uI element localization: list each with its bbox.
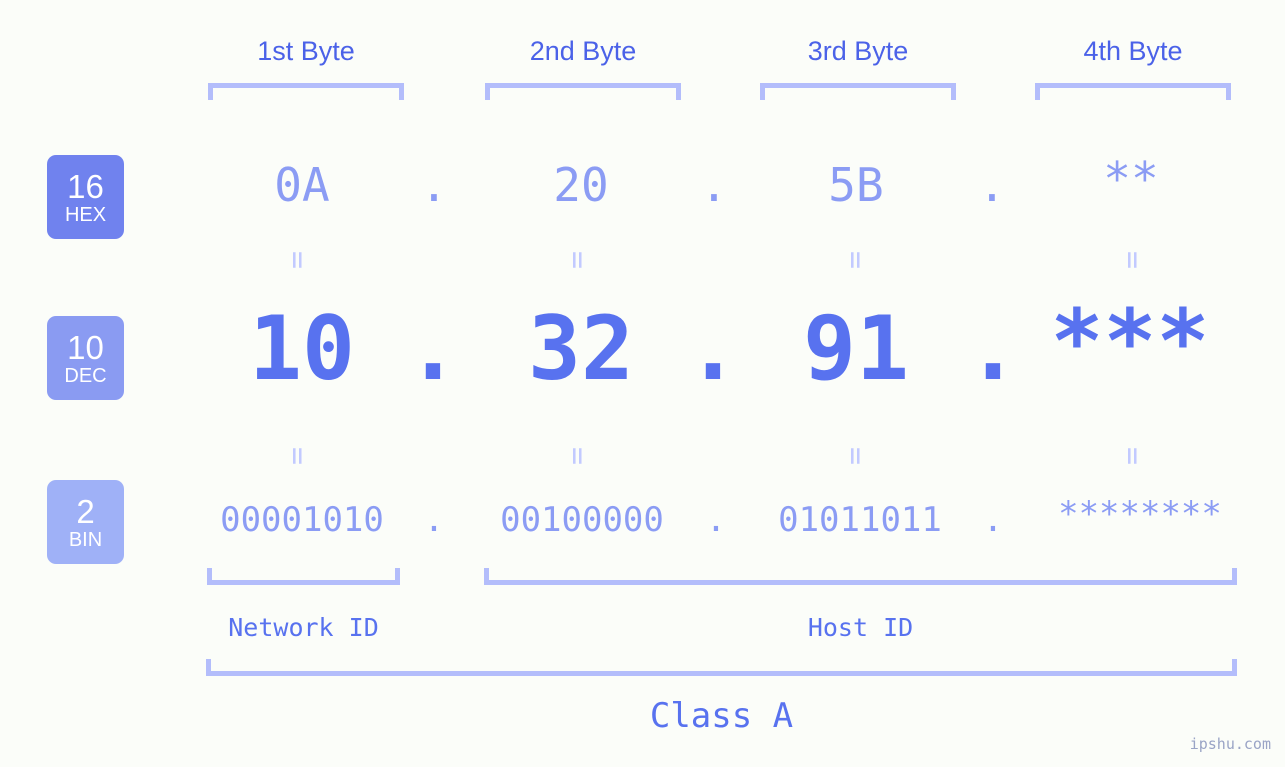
hex-separator-3: . [978,158,1006,212]
bin-byte-4: ******** [1058,494,1222,534]
base-badge-dec-name: DEC [64,364,107,387]
dec-separator-1: . [406,297,460,400]
base-badge-dec: 10 DEC [47,316,124,400]
byte-label-2: 2nd Byte [529,36,637,66]
class-bracket [206,659,1237,676]
host-id-bracket [484,568,1237,585]
hex-separator-2: . [700,158,728,212]
hex-byte-4: ** [1103,152,1159,206]
base-badge-bin-number: 2 [76,492,95,530]
equals-symbol-6: = [560,446,596,464]
dec-byte-1: 10 [249,297,355,400]
byte-bracket-1 [208,83,404,100]
base-badge-hex-number: 16 [67,167,104,205]
bin-byte-2: 00100000 [500,500,664,540]
class-label: Class A [649,696,794,736]
base-badge-hex-name: HEX [64,203,107,226]
base-badge-dec-number: 10 [67,328,104,366]
dec-byte-2: 32 [528,297,634,400]
site-watermark: ipshu.com [1189,735,1271,753]
bin-byte-3: 01011011 [778,500,942,540]
bin-separator-1: . [423,500,445,540]
equals-symbol-8: = [1115,446,1151,464]
byte-bracket-4 [1035,83,1231,100]
network-id-label: Network ID [228,613,379,642]
byte-label-3: 3rd Byte [807,36,909,66]
hex-byte-2: 20 [553,158,609,212]
byte-bracket-3 [760,83,956,100]
equals-symbol-3: = [838,250,874,268]
dec-separator-3: . [966,297,1020,400]
dec-separator-2: . [686,297,740,400]
bin-byte-1: 00001010 [220,500,384,540]
hex-byte-1: 0A [274,158,330,212]
base-badge-bin: 2 BIN [47,480,124,564]
dec-byte-4: *** [1050,290,1210,393]
base-badge-hex: 16 HEX [47,155,124,239]
bin-separator-2: . [705,500,727,540]
bin-separator-3: . [982,500,1004,540]
base-badge-bin-name: BIN [68,528,103,551]
dec-byte-3: 91 [803,297,909,400]
hex-byte-3: 5B [828,158,884,212]
equals-symbol-5: = [280,446,316,464]
equals-symbol-2: = [560,250,596,268]
byte-label-1: 1st Byte [257,36,355,66]
equals-symbol-7: = [838,446,874,464]
hex-separator-1: . [420,158,448,212]
equals-symbol-1: = [280,250,316,268]
network-id-bracket [207,568,400,585]
equals-symbol-4: = [1115,250,1151,268]
byte-bracket-2 [485,83,681,100]
host-id-label: Host ID [807,613,914,642]
byte-label-4: 4th Byte [1083,36,1183,66]
ip-address-breakdown-diagram: 1st Byte 2nd Byte 3rd Byte 4th Byte 16 H… [0,0,1285,767]
